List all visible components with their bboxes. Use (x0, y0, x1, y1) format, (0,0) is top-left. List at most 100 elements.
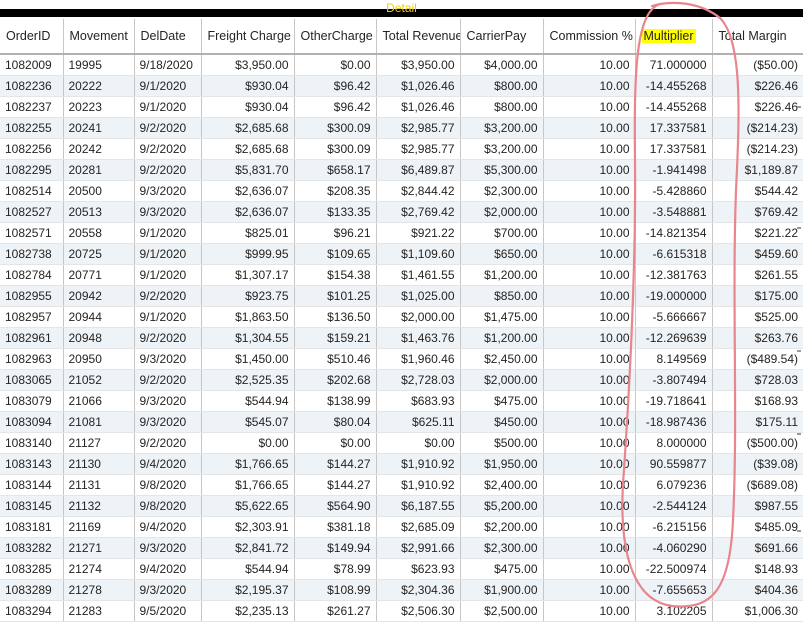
cell-other-charge: $658.17 (293, 159, 376, 181)
column-header-commission[interactable]: Commission % (542, 19, 635, 55)
table-row[interactable]: 1082527 20513 9/3/2020 $2,636.07 $133.35 $2,7… (0, 201, 803, 223)
cell-commission: 10.00 (542, 474, 635, 496)
table-row[interactable]: 1083144 21131 9/8/2020 $1,766.65 $144.27 $1,9… (0, 474, 803, 496)
cell-total-margin: $544.42 (711, 180, 803, 202)
cell-orderid: 1082955 (0, 285, 63, 307)
cell-freight-charge: $1,863.50 (200, 306, 294, 328)
table-row[interactable]: 1083145 21132 9/8/2020 $5,622.65 $564.90 $6,1… (0, 495, 803, 517)
table-row[interactable]: 1083065 21052 9/2/2020 $2,525.35 $202.68 $2,7… (0, 369, 803, 391)
column-header-orderid[interactable]: OrderID (0, 19, 63, 55)
table-row[interactable]: 1082571 20558 9/1/2020 $825.01 $96.21 $921.22… (0, 222, 803, 244)
cell-multiplier: -1.941498 (634, 159, 712, 181)
cell-movement: 20771 (62, 264, 134, 286)
cell-total-margin: $769.42 (711, 201, 803, 223)
cell-total-margin: $459.60 (711, 243, 803, 265)
cell-total-revenue: $2,000.00 (375, 306, 460, 328)
cell-total-margin: ($489.54) (711, 348, 803, 370)
cell-movement: 21066 (62, 390, 134, 412)
column-header-total-margin[interactable]: Total Margin (711, 19, 803, 55)
cell-carrier-pay: $475.00 (459, 390, 543, 412)
cell-freight-charge: $2,195.37 (200, 579, 294, 601)
cell-other-charge: $0.00 (293, 432, 376, 454)
cell-carrier-pay: $1,900.00 (459, 579, 543, 601)
cell-orderid: 1082571 (0, 222, 63, 244)
cell-deldate: 9/1/2020 (133, 243, 201, 265)
cell-deldate: 9/3/2020 (133, 390, 201, 412)
table-row[interactable]: 1083140 21127 9/2/2020 $0.00 $0.00 $0.00 $500.… (0, 432, 803, 454)
scroll-marker (797, 350, 801, 352)
cell-deldate: 9/2/2020 (133, 138, 201, 160)
cell-total-margin: $263.76 (711, 327, 803, 349)
scroll-marker (797, 433, 801, 435)
table-row[interactable]: 1083294 21283 9/5/2020 $2,235.13 $261.27 $2,5… (0, 600, 803, 622)
table-row[interactable]: 1083094 21081 9/3/2020 $545.07 $80.04 $625.11… (0, 411, 803, 433)
table-row[interactable]: 1082255 20241 9/2/2020 $2,685.68 $300.09 $2,9… (0, 117, 803, 139)
table-row[interactable]: 1082237 20223 9/1/2020 $930.04 $96.42 $1,026.… (0, 96, 803, 118)
cell-total-margin: $175.00 (711, 285, 803, 307)
cell-total-revenue: $921.22 (375, 222, 460, 244)
cell-multiplier: -22.500974 (634, 558, 712, 580)
table-row[interactable]: 1083079 21066 9/3/2020 $544.94 $138.99 $683.9… (0, 390, 803, 412)
table-row[interactable]: 1083282 21271 9/3/2020 $2,841.72 $149.94 $2,9… (0, 537, 803, 559)
cell-carrier-pay: $1,200.00 (459, 327, 543, 349)
cell-orderid: 1082957 (0, 306, 63, 328)
table-row[interactable]: 1082236 20222 9/1/2020 $930.04 $96.42 $1,026.… (0, 75, 803, 97)
cell-movement: 21132 (62, 495, 134, 517)
table-row[interactable]: 1083181 21169 9/4/2020 $2,303.91 $381.18 $2,6… (0, 516, 803, 538)
table-row[interactable]: 1082963 20950 9/3/2020 $1,450.00 $510.46 $1,9… (0, 348, 803, 370)
cell-other-charge: $202.68 (293, 369, 376, 391)
multiplier-highlight: Multiplier (641, 29, 696, 43)
table-row[interactable]: 1082295 20281 9/2/2020 $5,831.70 $658.17 $6,4… (0, 159, 803, 181)
table-row[interactable]: 1083143 21130 9/4/2020 $1,766.65 $144.27 $1,9… (0, 453, 803, 475)
table-row[interactable]: 1082955 20942 9/2/2020 $923.75 $101.25 $1,025… (0, 285, 803, 307)
table-row[interactable]: 1082784 20771 9/1/2020 $1,307.17 $154.38 $1,4… (0, 264, 803, 286)
table-row[interactable]: 1082957 20944 9/1/2020 $1,863.50 $136.50 $2,0… (0, 306, 803, 328)
table-row[interactable]: 1082009 19995 9/18/2020 $3,950.00 $0.00 $3,95… (0, 54, 803, 76)
cell-carrier-pay: $5,200.00 (459, 495, 543, 517)
cell-other-charge: $96.21 (293, 222, 376, 244)
cell-freight-charge: $0.00 (200, 432, 294, 454)
cell-total-revenue: $683.93 (375, 390, 460, 412)
cell-orderid: 1082738 (0, 243, 63, 265)
cell-carrier-pay: $1,475.00 (459, 306, 543, 328)
column-header-movement[interactable]: Movement (62, 19, 134, 55)
cell-other-charge: $96.42 (293, 75, 376, 97)
cell-multiplier: -14.455268 (634, 96, 712, 118)
cell-orderid: 1083282 (0, 537, 63, 559)
cell-movement: 21278 (62, 579, 134, 601)
cell-carrier-pay: $2,300.00 (459, 537, 543, 559)
table-row[interactable]: 1083285 21274 9/4/2020 $544.94 $78.99 $623.93… (0, 558, 803, 580)
cell-total-margin: ($500.00) (711, 432, 803, 454)
cell-deldate: 9/2/2020 (133, 432, 201, 454)
table-row[interactable]: 1082961 20948 9/2/2020 $1,304.55 $159.21 $1,4… (0, 327, 803, 349)
table-row[interactable]: 1083289 21278 9/3/2020 $2,195.37 $108.99 $2,3… (0, 579, 803, 601)
cell-total-margin: $404.36 (711, 579, 803, 601)
cell-freight-charge: $2,636.07 (200, 180, 294, 202)
cell-freight-charge: $999.95 (200, 243, 294, 265)
cell-other-charge: $80.04 (293, 411, 376, 433)
column-header-multiplier[interactable]: Multiplier (634, 19, 712, 55)
table-row[interactable]: 1082514 20500 9/3/2020 $2,636.07 $208.35 $2,8… (0, 180, 803, 202)
cell-commission: 10.00 (542, 138, 635, 160)
cell-multiplier: -5.666667 (634, 306, 712, 328)
cell-other-charge: $154.38 (293, 264, 376, 286)
cell-movement: 21169 (62, 516, 134, 538)
cell-other-charge: $159.21 (293, 327, 376, 349)
column-header-freight-charge[interactable]: Freight Charge (200, 19, 294, 55)
table-row[interactable]: 1082256 20242 9/2/2020 $2,685.68 $300.09 $2,9… (0, 138, 803, 160)
column-header-other-charge[interactable]: OtherCharge (293, 19, 376, 55)
cell-other-charge: $510.46 (293, 348, 376, 370)
cell-movement: 19995 (62, 54, 134, 76)
cell-deldate: 9/5/2020 (133, 600, 201, 622)
column-header-carrier-pay[interactable]: CarrierPay (459, 19, 543, 55)
cell-total-margin: $221.22 (711, 222, 803, 244)
cell-commission: 10.00 (542, 579, 635, 601)
column-header-total-revenue[interactable]: Total Revenue (375, 19, 460, 55)
table-row[interactable]: 1082738 20725 9/1/2020 $999.95 $109.65 $1,109… (0, 243, 803, 265)
cell-commission: 10.00 (542, 432, 635, 454)
column-header-deldate[interactable]: DelDate (133, 19, 201, 55)
cell-orderid: 1082256 (0, 138, 63, 160)
cell-commission: 10.00 (542, 180, 635, 202)
cell-total-margin: ($50.00) (711, 54, 803, 76)
cell-orderid: 1082963 (0, 348, 63, 370)
